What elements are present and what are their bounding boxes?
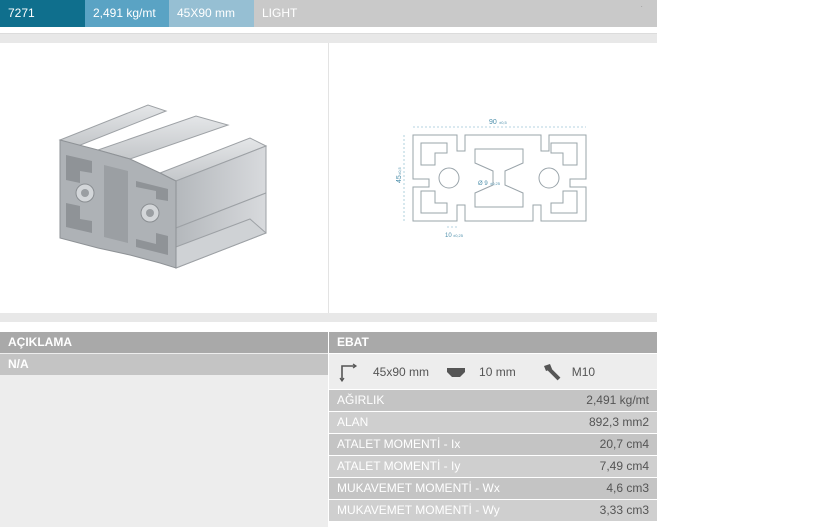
spec-value: 3,33 cm3 [599, 503, 649, 517]
product-size: 45X90 mm [169, 0, 254, 27]
drawing-height-tolerance: ±0,5 [397, 166, 402, 175]
separator-bar [0, 313, 657, 322]
product-weight: 2,491 kg/mt [85, 0, 169, 27]
spec-value: 4,6 cm3 [606, 481, 649, 495]
spec-row: ATALET MOMENTİ - Ix 20,7 cm4 [329, 434, 657, 455]
drawing-bore-tolerance: ±0,25 [490, 181, 501, 186]
spec-label: MUKAVEMET MOMENTİ - Wy [337, 503, 500, 517]
drawing-width-tolerance: ±0,5 [499, 120, 508, 125]
spec-row: MUKAVEMET MOMENTİ - Wy 3,33 cm3 [329, 500, 657, 521]
description-panel: AÇIKLAMA N/A [0, 332, 328, 527]
drawing-slot-label: 10 [445, 233, 452, 239]
bolt-icon [543, 363, 561, 380]
dimension-slot: 10 mm [479, 364, 516, 379]
spec-label: ALAN [337, 415, 369, 429]
image-divider [328, 43, 329, 313]
spec-row: ATALET MOMENTİ - Iy 7,49 cm4 [329, 456, 657, 477]
slot-nut-icon [447, 367, 466, 377]
profile-technical-drawing: 90 ±0,5 45 ±0,5 Ø 9 ±0,25 10 ±0,25 [396, 119, 587, 239]
drawing-height-label: 45 [396, 175, 403, 183]
spec-value: 892,3 mm2 [588, 415, 649, 429]
separator-bar [0, 33, 657, 43]
product-detail: 7271 2,491 kg/mt 45X90 mm LIGHT · 90 ±0,… [0, 0, 657, 527]
spec-label: AĞIRLIK [337, 393, 385, 407]
spec-label: MUKAVEMET MOMENTİ - Wx [337, 481, 500, 495]
dimension-size: 45x90 mm [373, 364, 430, 379]
product-code: 7271 [0, 0, 85, 27]
description-value: N/A [0, 354, 328, 375]
product-type: LIGHT [254, 0, 657, 27]
drawing-slot-tolerance: ±0,25 [453, 233, 464, 238]
spec-row: AĞIRLIK 2,491 kg/mt [329, 390, 657, 411]
description-title: AÇIKLAMA [0, 332, 328, 353]
spec-value: 20,7 cm4 [599, 437, 649, 451]
spec-label: ATALET MOMENTİ - Ix [337, 437, 461, 451]
product-header: 7271 2,491 kg/mt 45X90 mm LIGHT [0, 0, 657, 27]
dimensions-row: 45x90 mm 10 mm M10 [329, 354, 657, 389]
header-dot-icon: · [640, 2, 643, 11]
dimension-bolt: M10 [571, 364, 596, 379]
spec-row: ALAN 892,3 mm2 [329, 412, 657, 433]
spec-value: 7,49 cm4 [599, 459, 649, 473]
drawing-bore-label: Ø 9 [478, 181, 488, 187]
dimension-corner-icon [339, 363, 358, 382]
dimensions-panel: EBAT 45x90 mm 10 mm M10 AĞIRLIK 2,491 kg… [329, 332, 657, 527]
spec-value: 2,491 kg/mt [586, 393, 649, 407]
drawing-width-label: 90 [489, 119, 497, 126]
profile-3d-image [58, 104, 268, 269]
spec-row: MUKAVEMET MOMENTİ - Wx 4,6 cm3 [329, 478, 657, 499]
spec-label: ATALET MOMENTİ - Iy [337, 459, 461, 473]
dimensions-title: EBAT [329, 332, 657, 353]
